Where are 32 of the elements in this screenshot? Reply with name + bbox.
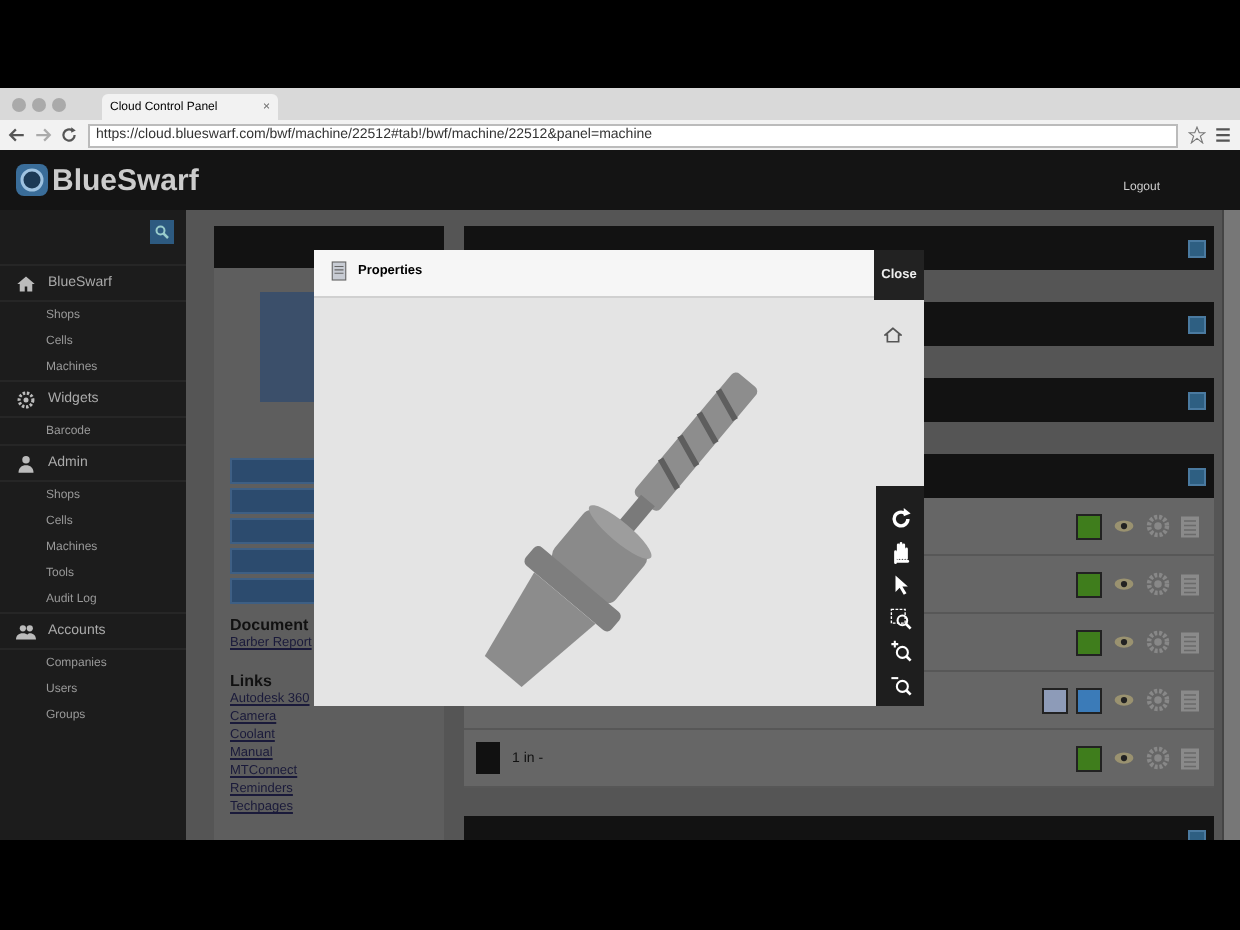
person-icon <box>16 453 36 473</box>
search-button[interactable] <box>150 220 174 244</box>
reload-icon[interactable] <box>60 126 78 144</box>
people-icon <box>16 621 36 641</box>
search-icon <box>154 224 170 240</box>
tool-icon <box>476 742 500 774</box>
expand-button[interactable] <box>1188 391 1206 409</box>
star-icon[interactable] <box>1188 126 1206 144</box>
eye-icon[interactable] <box>1110 574 1138 594</box>
gear-icon <box>16 389 36 409</box>
hand-icon[interactable] <box>889 541 911 564</box>
logo-icon <box>16 164 48 196</box>
home-icon[interactable] <box>884 326 902 344</box>
eye-icon[interactable] <box>1110 690 1138 710</box>
home-icon <box>16 273 36 293</box>
back-icon[interactable] <box>8 126 26 144</box>
scrollbar[interactable] <box>1222 210 1240 840</box>
section-heading: Document <box>230 616 311 634</box>
expand-button[interactable] <box>1188 239 1206 257</box>
menu-icon[interactable] <box>1214 126 1232 144</box>
zoom-box-icon[interactable] <box>889 607 911 630</box>
eye-icon[interactable] <box>1110 748 1138 768</box>
app-logo: BlueSwarf <box>52 163 199 197</box>
document-icon <box>330 260 348 282</box>
zoom-in-icon[interactable] <box>889 640 911 663</box>
zoom-out-icon[interactable] <box>889 673 911 696</box>
rotate-icon[interactable] <box>889 508 911 531</box>
eye-icon[interactable] <box>1110 516 1138 536</box>
expand-button[interactable] <box>1188 315 1206 333</box>
eye-icon[interactable] <box>1110 632 1138 652</box>
expand-button[interactable] <box>1188 467 1206 485</box>
section-heading: Links <box>230 672 274 690</box>
